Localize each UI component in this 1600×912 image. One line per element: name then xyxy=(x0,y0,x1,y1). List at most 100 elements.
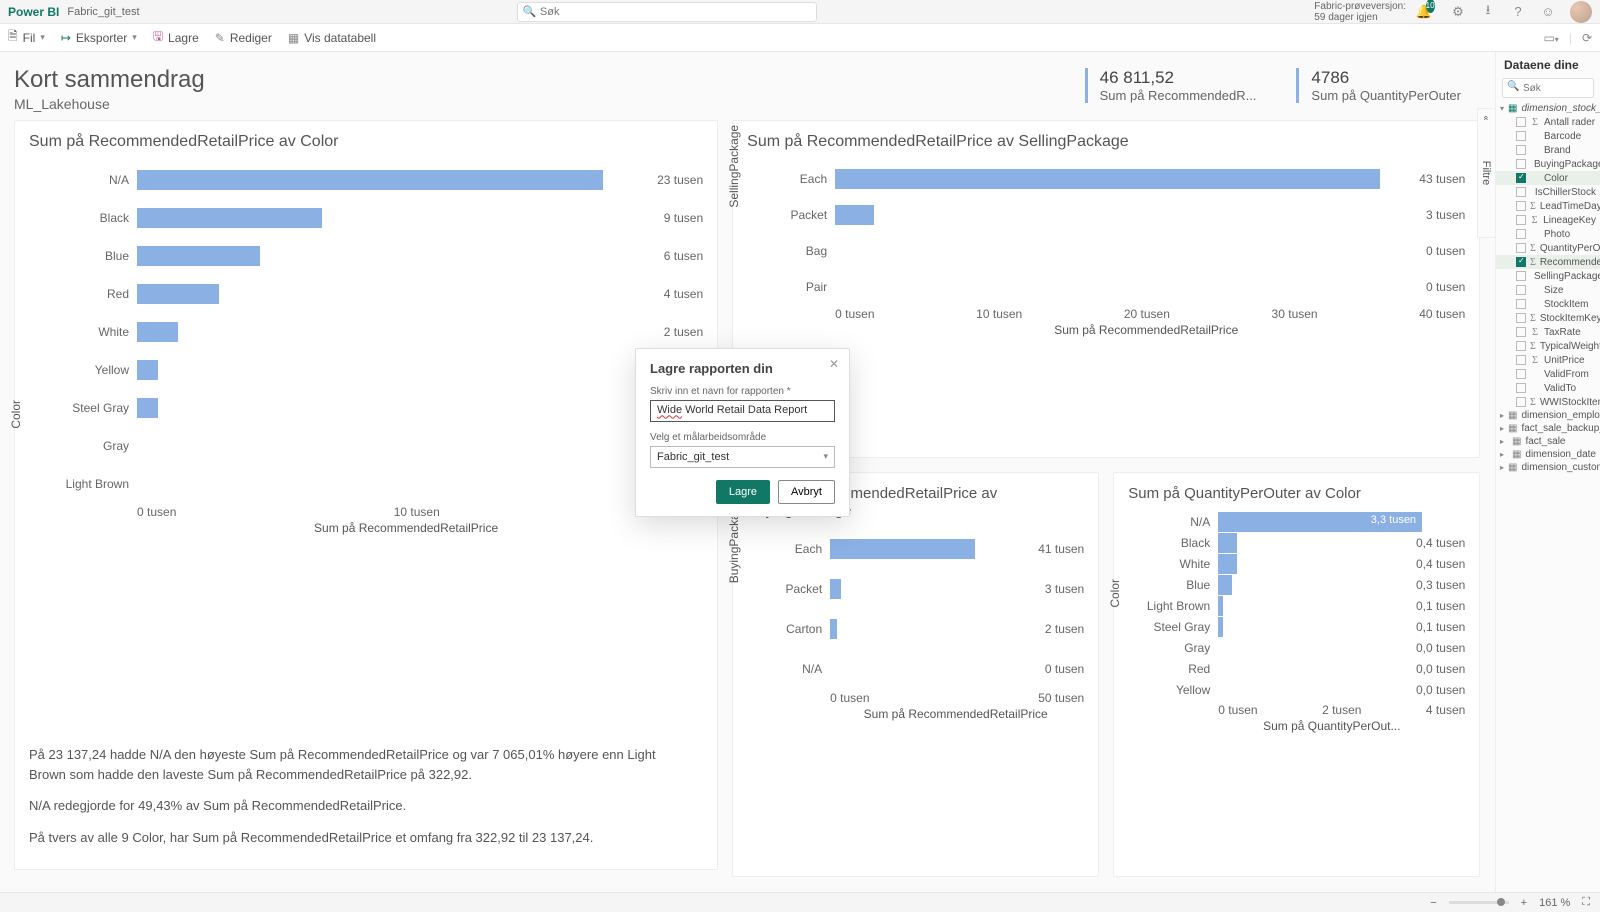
dialog-title: Lagre rapporten din xyxy=(650,361,835,376)
save-button[interactable]: 🖫 Lagre xyxy=(153,27,199,48)
trial-status[interactable]: Fabric-prøveversjon: 59 dager igjen xyxy=(1314,1,1406,23)
status-bar: − + 161 % ⛶ xyxy=(0,892,1600,912)
table-icon: ▦ xyxy=(288,31,299,45)
field-item[interactable]: IsChillerStock xyxy=(1496,185,1600,199)
chart-card-color-qty[interactable]: Sum på QuantityPerOuter av Color Color N… xyxy=(1113,472,1480,877)
table-node[interactable]: ▸▦dimension_customer xyxy=(1496,461,1600,474)
field-item[interactable]: Σ UnitPrice xyxy=(1496,353,1600,367)
checkbox[interactable] xyxy=(1516,243,1526,253)
export-icon: ↦ xyxy=(61,31,71,45)
field-item[interactable]: ValidTo xyxy=(1496,381,1600,395)
checkbox[interactable] xyxy=(1516,299,1526,309)
data-pane: Dataene dine 🔍 ▾▦dimension_stock_item Σ … xyxy=(1495,52,1600,892)
checkbox[interactable] xyxy=(1516,383,1526,393)
file-menu[interactable]: 🗎 Fil ▾ xyxy=(8,27,45,48)
field-item[interactable]: Σ QuantityPerOut... xyxy=(1496,241,1600,255)
field-item[interactable]: Barcode xyxy=(1496,129,1600,143)
checkbox[interactable] xyxy=(1516,145,1526,155)
field-item[interactable]: Σ WWIStockItemID xyxy=(1496,395,1600,409)
checkbox[interactable] xyxy=(1516,257,1526,267)
zoom-slider[interactable] xyxy=(1449,901,1509,904)
edit-button[interactable]: ✎ Rediger xyxy=(215,31,272,45)
app-topbar: Power BI Fabric_git_test 🔍 Fabric-prøvev… xyxy=(0,0,1600,24)
field-item[interactable]: Σ StockItemKey xyxy=(1496,311,1600,325)
checkbox[interactable] xyxy=(1516,313,1526,323)
field-item[interactable]: Σ LeadTimeDays xyxy=(1496,199,1600,213)
avatar[interactable] xyxy=(1570,1,1592,23)
report-name-input[interactable]: Wide World Retail Data Report xyxy=(650,400,835,422)
export-menu[interactable]: ↦ Eksporter ▾ xyxy=(61,31,137,45)
table-node[interactable]: ▸▦dimension_date xyxy=(1496,448,1600,461)
checkbox[interactable] xyxy=(1516,285,1526,295)
field-item[interactable]: Color xyxy=(1496,171,1600,185)
brand-label: Power BI xyxy=(8,5,59,19)
field-item[interactable]: ValidFrom xyxy=(1496,367,1600,381)
refresh-icon[interactable]: ⟳ xyxy=(1582,31,1592,45)
table-node[interactable]: ▸▦fact_sale_backup_b48... xyxy=(1496,422,1600,435)
field-item[interactable]: BuyingPackage xyxy=(1496,157,1600,171)
field-item[interactable]: SellingPackage xyxy=(1496,269,1600,283)
dialog-cancel-button[interactable]: Avbryt xyxy=(778,480,835,504)
notifications-icon[interactable]: 🔔10 xyxy=(1420,4,1436,20)
feedback-icon[interactable]: ☺ xyxy=(1540,4,1556,20)
global-search-input[interactable] xyxy=(517,2,817,22)
field-item[interactable]: Σ LineageKey xyxy=(1496,213,1600,227)
checkbox[interactable] xyxy=(1516,271,1526,281)
field-item[interactable]: Σ Antall rader xyxy=(1496,115,1600,129)
checkbox[interactable] xyxy=(1516,187,1526,197)
checkbox[interactable] xyxy=(1516,131,1526,141)
checkbox[interactable] xyxy=(1516,355,1526,365)
checkbox[interactable] xyxy=(1516,173,1526,183)
chevron-left-icon: « xyxy=(1481,115,1491,120)
settings-icon[interactable]: ⚙ xyxy=(1450,4,1466,20)
search-icon: 🔍 xyxy=(523,5,537,18)
table-node[interactable]: ▸▦fact_sale xyxy=(1496,435,1600,448)
search-icon: 🔍 xyxy=(1507,81,1519,92)
save-report-dialog: ✕ Lagre rapporten din Skriv inn et navn … xyxy=(635,348,850,517)
report-name-label: Skriv inn et navn for rapporten * xyxy=(650,386,835,397)
workspace-select[interactable]: Fabric_git_test ▾ xyxy=(650,446,835,468)
filters-pane-collapsed[interactable]: « Filtre xyxy=(1477,108,1495,238)
chevron-down-icon: ▾ xyxy=(132,32,137,43)
zoom-in-button[interactable]: + xyxy=(1521,897,1527,909)
checkbox[interactable] xyxy=(1516,369,1526,379)
field-item[interactable]: Σ TypicalWeightP... xyxy=(1496,339,1600,353)
table-node[interactable]: ▾▦dimension_stock_item xyxy=(1496,102,1600,115)
narrative-block: På 23 137,24 hadde N/A den høyeste Sum p… xyxy=(29,745,703,859)
report-toolbar: 🗎 Fil ▾ ↦ Eksporter ▾ 🖫 Lagre ✎ Rediger … xyxy=(0,24,1600,52)
chart-card-buyingpkg[interactable]: Sum på RecommendedRetailPrice av BuyingP… xyxy=(732,472,1099,877)
checkbox[interactable] xyxy=(1516,327,1526,337)
field-item[interactable]: Σ Recommended... xyxy=(1496,255,1600,269)
kpi-card[interactable]: 46 811,52 Sum på RecommendedR... xyxy=(1085,68,1257,103)
download-icon[interactable]: ⭳ xyxy=(1480,4,1496,20)
zoom-out-button[interactable]: − xyxy=(1430,897,1436,909)
field-item[interactable]: Brand xyxy=(1496,143,1600,157)
checkbox[interactable] xyxy=(1516,201,1526,211)
fit-page-icon[interactable]: ⛶ xyxy=(1582,896,1590,909)
checkbox[interactable] xyxy=(1516,215,1526,225)
fields-search[interactable]: 🔍 xyxy=(1502,78,1594,98)
chevron-down-icon: ▾ xyxy=(823,451,828,462)
global-search[interactable]: 🔍 xyxy=(517,2,817,22)
field-item[interactable]: Photo xyxy=(1496,227,1600,241)
kpi-card[interactable]: 4786 Sum på QuantityPerOuter xyxy=(1296,68,1461,103)
close-icon[interactable]: ✕ xyxy=(829,357,839,371)
page-title: Kort sammendrag xyxy=(14,66,205,94)
field-item[interactable]: StockItem xyxy=(1496,297,1600,311)
checkbox[interactable] xyxy=(1516,117,1526,127)
checkbox[interactable] xyxy=(1516,397,1526,407)
checkbox[interactable] xyxy=(1516,229,1526,239)
checkbox[interactable] xyxy=(1516,341,1526,351)
field-item[interactable]: Size xyxy=(1496,283,1600,297)
layout-icon[interactable]: ▭▾ xyxy=(1543,31,1558,45)
chevron-down-icon: ▾ xyxy=(40,32,45,43)
dialog-save-button[interactable]: Lagre xyxy=(716,480,770,504)
help-icon[interactable]: ? xyxy=(1510,4,1526,20)
chart-card-color-price[interactable]: Sum på RecommendedRetailPrice av Color C… xyxy=(14,120,718,870)
datatable-button[interactable]: ▦ Vis datatabell xyxy=(288,31,376,45)
checkbox[interactable] xyxy=(1516,159,1526,169)
save-icon: 🖫 xyxy=(153,27,163,48)
table-node[interactable]: ▸▦dimension_employee xyxy=(1496,409,1600,422)
field-item[interactable]: Σ TaxRate xyxy=(1496,325,1600,339)
workspace-name[interactable]: Fabric_git_test xyxy=(67,6,139,18)
